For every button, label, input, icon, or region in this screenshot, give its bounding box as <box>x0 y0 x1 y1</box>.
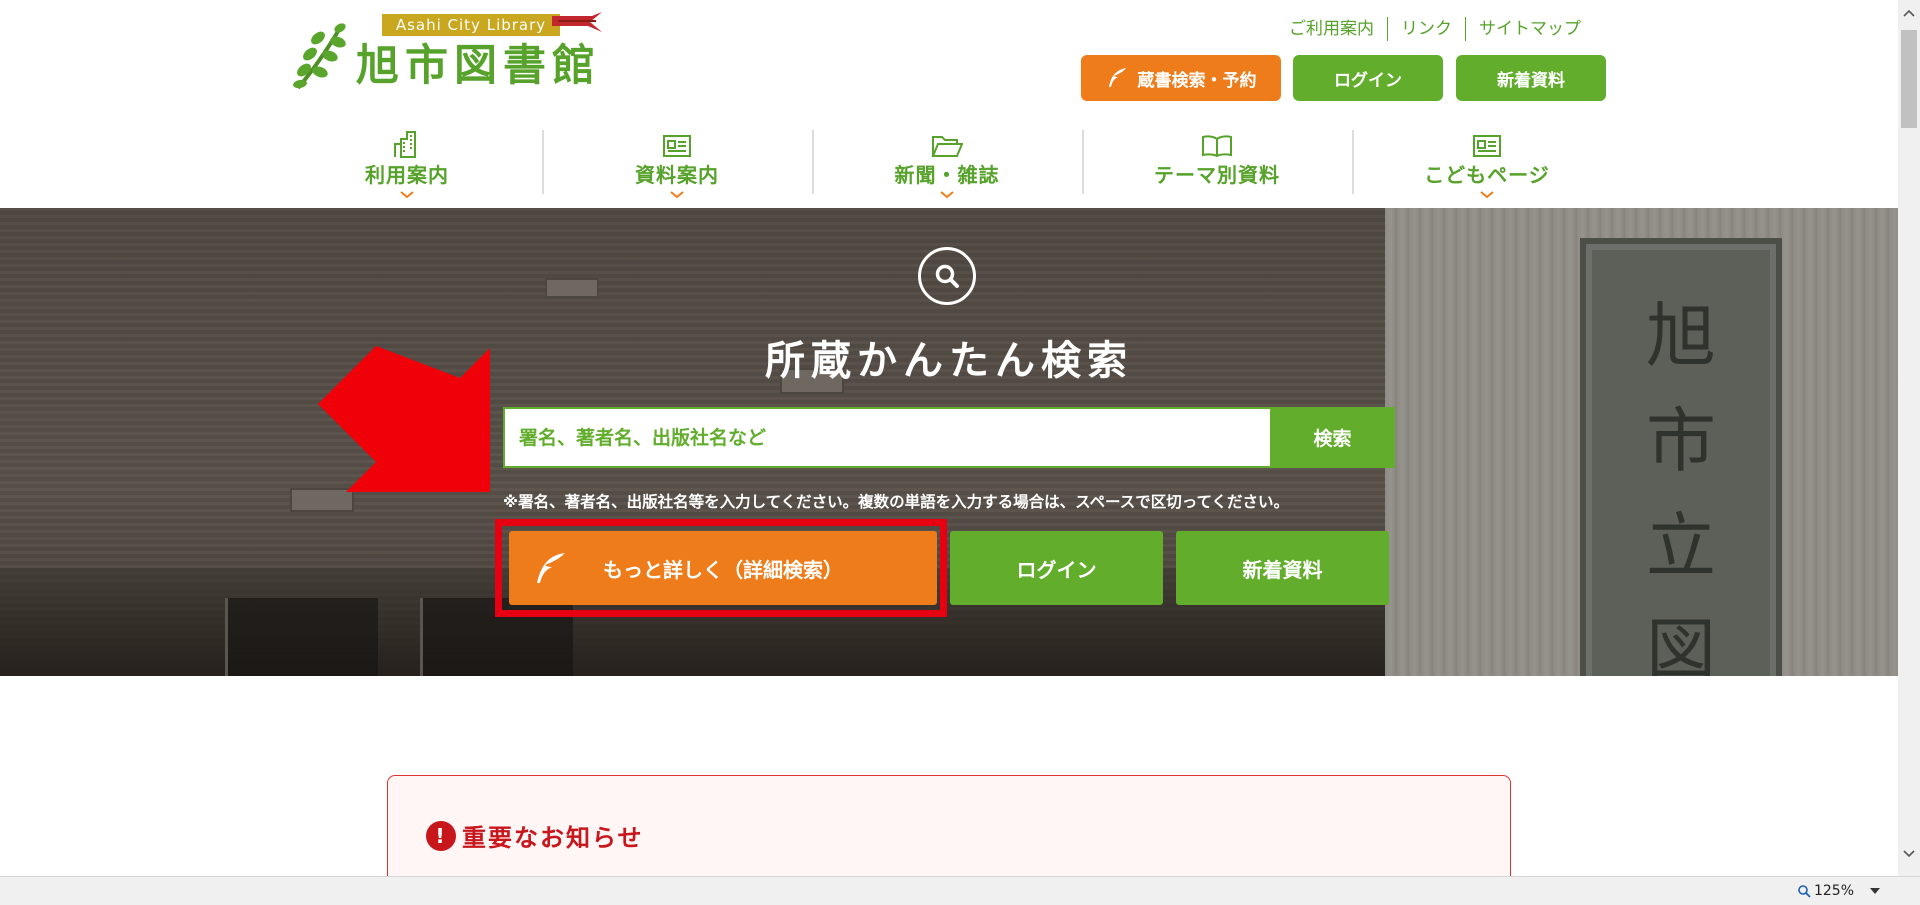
search-note: ※署名、著者名、出版社名等を入力してください。複数の単語を入力する場合は、スペー… <box>503 493 1290 511</box>
global-nav: 利用案内 資料案内 新聞・雑誌 テーマ別資料 こどもページ <box>272 128 1622 208</box>
vertical-scrollbar[interactable] <box>1898 0 1920 876</box>
background-vent <box>545 278 599 298</box>
site-logo[interactable]: Asahi City Library 旭市図書館 <box>290 12 620 92</box>
header-new-items-label: 新着資料 <box>1497 70 1565 91</box>
nav-label: 新聞・雑誌 <box>894 163 1000 187</box>
status-bar: 125% <box>0 876 1920 905</box>
library-plaque-image: 旭市立図書 <box>1580 238 1782 676</box>
nav-label: こどもページ <box>1424 163 1550 187</box>
notice-title: ! 重要なお知らせ <box>426 818 644 853</box>
nav-label: 資料案内 <box>635 163 719 187</box>
scrollbar-thumb[interactable] <box>1901 30 1917 128</box>
nav-item-materials-guide[interactable]: 資料案内 <box>542 128 812 208</box>
hero-login-button[interactable]: ログイン <box>950 531 1163 605</box>
notice-title-text: 重要なお知らせ <box>462 824 644 852</box>
newspaper-icon <box>663 135 691 157</box>
chevron-down-icon <box>1480 191 1494 199</box>
nav-item-usage-guide[interactable]: 利用案内 <box>272 128 542 208</box>
scroll-down-arrow-icon[interactable] <box>1898 843 1920 865</box>
hero-new-items-button[interactable]: 新着資料 <box>1176 531 1389 605</box>
logo-banner: Asahi City Library <box>382 14 560 36</box>
leaf-branch-icon <box>293 23 346 90</box>
header-new-items-button[interactable]: 新着資料 <box>1456 55 1606 101</box>
utility-links: ご利用案内 リンク サイトマップ <box>1276 17 1594 41</box>
important-notice: ! 重要なお知らせ <box>387 775 1511 876</box>
nav-item-theme-materials[interactable]: テーマ別資料 <box>1082 128 1352 208</box>
highlight-box <box>495 519 947 617</box>
header-login-button[interactable]: ログイン <box>1293 55 1443 101</box>
catalog-search-label: 蔵書検索・予約 <box>1137 70 1257 91</box>
util-link-guide[interactable]: ご利用案内 <box>1276 18 1387 40</box>
hero-login-label: ログイン <box>1016 557 1097 582</box>
zoom-level: 125% <box>1813 883 1854 899</box>
exclamation-icon: ! <box>426 820 456 851</box>
page: Asahi City Library 旭市図書館 ご利用案内 リンク サイトマッ <box>0 0 1898 876</box>
nav-item-newspapers-magazines[interactable]: 新聞・雑誌 <box>812 128 1082 208</box>
folder-open-icon <box>931 136 963 157</box>
book-open-icon <box>1202 135 1232 158</box>
zoom-control[interactable]: 125% <box>1797 883 1880 899</box>
building-icon <box>394 131 416 158</box>
news-card-icon <box>1473 135 1501 157</box>
search-icon <box>918 247 976 305</box>
search-button[interactable]: 検索 <box>1270 407 1395 468</box>
ribbon-icon <box>552 12 602 32</box>
nav-label: テーマ別資料 <box>1154 163 1280 187</box>
search-input[interactable] <box>503 407 1270 468</box>
chevron-down-icon <box>400 191 414 199</box>
catalog-search-button[interactable]: 蔵書検索・予約 <box>1081 55 1281 101</box>
nav-item-kids-page[interactable]: こどもページ <box>1352 128 1622 208</box>
hero-new-items-label: 新着資料 <box>1242 557 1323 582</box>
logo-title: 旭市図書館 <box>356 41 601 91</box>
chevron-down-icon <box>940 191 954 199</box>
chevron-down-icon <box>670 191 684 199</box>
util-link-links[interactable]: リンク <box>1388 18 1465 40</box>
scroll-up-arrow-icon[interactable] <box>1898 2 1920 24</box>
quick-search-form: 検索 <box>503 407 1395 468</box>
nav-label: 利用案内 <box>365 163 449 187</box>
red-arrow-icon <box>318 346 490 492</box>
dropdown-arrow-icon[interactable] <box>1870 888 1880 894</box>
quill-icon <box>1108 68 1126 87</box>
magnifier-icon <box>1798 885 1811 898</box>
background-window <box>225 598 378 676</box>
header-login-label: ログイン <box>1334 70 1402 91</box>
hero-title: 所蔵かんたん検索 <box>765 338 1133 384</box>
util-link-sitemap[interactable]: サイトマップ <box>1466 18 1594 40</box>
